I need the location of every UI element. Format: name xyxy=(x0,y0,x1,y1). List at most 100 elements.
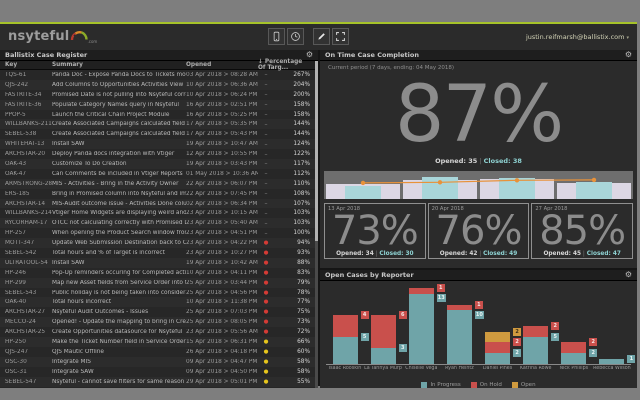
scrollbar-thumb[interactable] xyxy=(315,61,318,241)
mobile-button[interactable] xyxy=(268,28,285,45)
segment-count-badge: 2 xyxy=(513,338,521,346)
app-logo[interactable]: nsyteful .com xyxy=(8,29,97,44)
in-progress-segment[interactable] xyxy=(409,294,434,364)
on-hold-segment[interactable] xyxy=(447,305,472,310)
reporter-name: Ryan Heintz xyxy=(440,366,478,371)
clock-icon xyxy=(290,31,301,42)
table-row[interactable]: HP-250Make the Ticket Number field in Se… xyxy=(0,337,318,347)
week-stats-row: 13 Apr 2018 73% Opened: 34 | Closed: 30 … xyxy=(323,203,634,259)
case-opened: 19 Apr 2018 > 10:42 AM xyxy=(186,260,258,266)
case-key: SEBEL-538 xyxy=(0,131,52,137)
table-row[interactable]: ULTRATOOL-54Install SAW19 Apr 2018 > 10:… xyxy=(0,258,318,268)
case-summary: Customize To Do Creation xyxy=(52,161,186,167)
in-progress-segment[interactable] xyxy=(333,337,358,364)
table-row[interactable]: ERS-185Bring in Promised column into Nsy… xyxy=(0,189,318,199)
legend-item[interactable]: In Progress xyxy=(421,382,460,388)
table-row[interactable]: OSC-30Integrate MIS09 Apr 2018 > 04:47 P… xyxy=(0,357,318,367)
legend-item[interactable]: On Hold xyxy=(471,382,502,388)
table-row[interactable]: RYCORHAM-17OTCC not calculating correctl… xyxy=(0,218,318,228)
table-row[interactable]: WILLBANKS-211Create Associated Campaigns… xyxy=(0,119,318,129)
in-progress-segment[interactable] xyxy=(371,348,396,364)
open-segment[interactable] xyxy=(485,332,510,343)
gear-icon[interactable]: ⚙ xyxy=(625,51,632,59)
case-summary: MIS-Audit outcome issue - Activities Don… xyxy=(52,201,186,207)
table-header[interactable]: Key Summary Opened ↓ Percentage Of Targ.… xyxy=(0,61,318,70)
status-red-icon: ● xyxy=(258,309,274,315)
in-progress-segment[interactable] xyxy=(485,353,510,364)
table-row[interactable]: SEBEL-542Total hours and % of Target is … xyxy=(0,248,318,258)
table-row[interactable]: QJS-242Add Columns to Opportunities Acti… xyxy=(0,80,318,90)
clock-button[interactable] xyxy=(287,28,304,45)
legend-item[interactable]: Open xyxy=(512,382,536,388)
gear-icon[interactable]: ⚙ xyxy=(306,51,313,59)
case-summary: Install SAW xyxy=(52,141,186,147)
table-row[interactable]: WILLBANKS-214Vtiger Home Widgets are dis… xyxy=(0,208,318,218)
week-stat-box[interactable]: 27 Apr 2018 85% Opened: 45 | Closed: 47 xyxy=(531,203,633,259)
table-row[interactable]: SEBEL-543Public holiday is not being tak… xyxy=(0,288,318,298)
segment-count-badge: 2 xyxy=(513,349,521,357)
column-percentage[interactable]: ↓ Percentage Of Targ... xyxy=(258,59,318,71)
table-row[interactable]: WHITEHAT-13Install SAW19 Apr 2018 > 10:4… xyxy=(0,139,318,149)
status-yellow-icon: ● xyxy=(258,339,274,345)
table-row[interactable]: QJS-247QJS Mautic Offline26 Apr 2018 > 0… xyxy=(0,347,318,357)
week-stat-box[interactable]: 20 Apr 2018 76% Opened: 42 | Closed: 49 xyxy=(428,203,530,259)
table-row[interactable]: OAK-43Customize To Do Creation19 Apr 201… xyxy=(0,159,318,169)
case-percentage: 204% xyxy=(274,82,318,88)
on-hold-segment[interactable] xyxy=(409,288,434,293)
edit-button[interactable] xyxy=(313,28,330,45)
open-cases-panel: Open Cases by Reporter ⚙ 45Isaac Rooskin… xyxy=(320,270,637,388)
case-percentage: 158% xyxy=(274,102,318,108)
table-scrollbar[interactable] xyxy=(315,61,318,388)
table-row[interactable]: PPOP-5Launch the Critical Chain Project … xyxy=(0,110,318,120)
table-row[interactable]: FASTRITE-36Populate Category Names query… xyxy=(0,100,318,110)
case-key: OAK-40 xyxy=(0,299,52,305)
table-row[interactable]: ARCHSTAR-20Deploy Panda docs integration… xyxy=(0,149,318,159)
table-row[interactable]: ARCHSTAR-27Nsyteful Audit Outcomes - Iss… xyxy=(0,307,318,317)
table-row[interactable]: ARCHSTAR-14MIS-Audit outcome issue - Act… xyxy=(0,199,318,209)
table-row[interactable]: OAK-40Total hours incorrect10 Apr 2018 >… xyxy=(0,297,318,307)
fullscreen-button[interactable] xyxy=(332,28,349,45)
reporter-bar-chart[interactable]: 45Isaac Rooskin63La Tannya Murphy113Chis… xyxy=(326,284,631,378)
on-hold-segment[interactable] xyxy=(561,342,586,353)
on-hold-segment[interactable] xyxy=(333,315,358,337)
in-progress-segment[interactable] xyxy=(523,337,548,364)
table-row[interactable]: HP-257When opening the Product Search wi… xyxy=(0,228,318,238)
status-red-icon: ● xyxy=(258,319,274,325)
user-menu[interactable]: justin.reifmarsh@ballistix.com▾ xyxy=(526,33,629,41)
case-key: TQS-61 xyxy=(0,72,52,78)
week-opened-closed: Opened: 45 | Closed: 47 xyxy=(532,251,632,257)
weekly-mini-chart[interactable] xyxy=(324,171,633,199)
trend-marker xyxy=(361,181,365,185)
table-row[interactable]: HP-246Pop-Up reminders occuring for Comp… xyxy=(0,268,318,278)
app-window: nsyteful .com xyxy=(0,22,637,386)
case-summary: Bring in Promised column into Nsyteful a… xyxy=(52,191,186,197)
table-row[interactable]: MECCO-24Opened! - Update the mapping to … xyxy=(0,317,318,327)
table-row[interactable]: FASTRITE-34Promised Date is not pulling … xyxy=(0,90,318,100)
table-row[interactable]: SEBEL-538Create Associated Campaigns cal… xyxy=(0,129,318,139)
column-opened[interactable]: Opened xyxy=(186,62,258,68)
case-percentage: 79% xyxy=(274,280,318,286)
table-row[interactable]: SEBEL-547Nsyteful - cannot save filters … xyxy=(0,377,318,387)
user-email: justin.reifmarsh@ballistix.com xyxy=(526,33,625,41)
gear-icon[interactable]: ⚙ xyxy=(625,271,632,279)
week-stat-box[interactable]: 13 Apr 2018 73% Opened: 34 | Closed: 30 xyxy=(324,203,426,259)
case-percentage: 100% xyxy=(274,230,318,236)
table-row[interactable]: HP-299Map new Asset fields from Service … xyxy=(0,278,318,288)
column-key[interactable]: Key xyxy=(0,62,52,68)
on-hold-segment[interactable] xyxy=(485,342,510,353)
on-hold-segment[interactable] xyxy=(523,326,548,337)
table-row[interactable]: ARCHSTAR-25Create Opportunities datasour… xyxy=(0,327,318,337)
case-percentage: 83% xyxy=(274,270,318,276)
table-row[interactable]: TQS-61Panda Doc - Expose Panda Docs to T… xyxy=(0,70,318,80)
case-summary: Map new Asset fields from Service Order … xyxy=(52,280,186,286)
case-opened: 23 Apr 2018 > 05:56 AM xyxy=(186,329,258,335)
table-row[interactable]: ARMSTRONG-285MIS - Activities - Bring in… xyxy=(0,179,318,189)
in-progress-segment[interactable] xyxy=(561,353,586,364)
on-hold-segment[interactable] xyxy=(371,315,396,347)
table-row[interactable]: MOTT-347Update Web Submission Destinatio… xyxy=(0,238,318,248)
in-progress-segment[interactable] xyxy=(447,310,472,364)
table-row[interactable]: OSC-31Integrate SAW09 Apr 2018 > 04:50 P… xyxy=(0,367,318,377)
table-row[interactable]: OAK-47Can Comments be included in Vtiger… xyxy=(0,169,318,179)
in-progress-segment[interactable] xyxy=(599,359,624,364)
column-summary[interactable]: Summary xyxy=(52,62,186,68)
